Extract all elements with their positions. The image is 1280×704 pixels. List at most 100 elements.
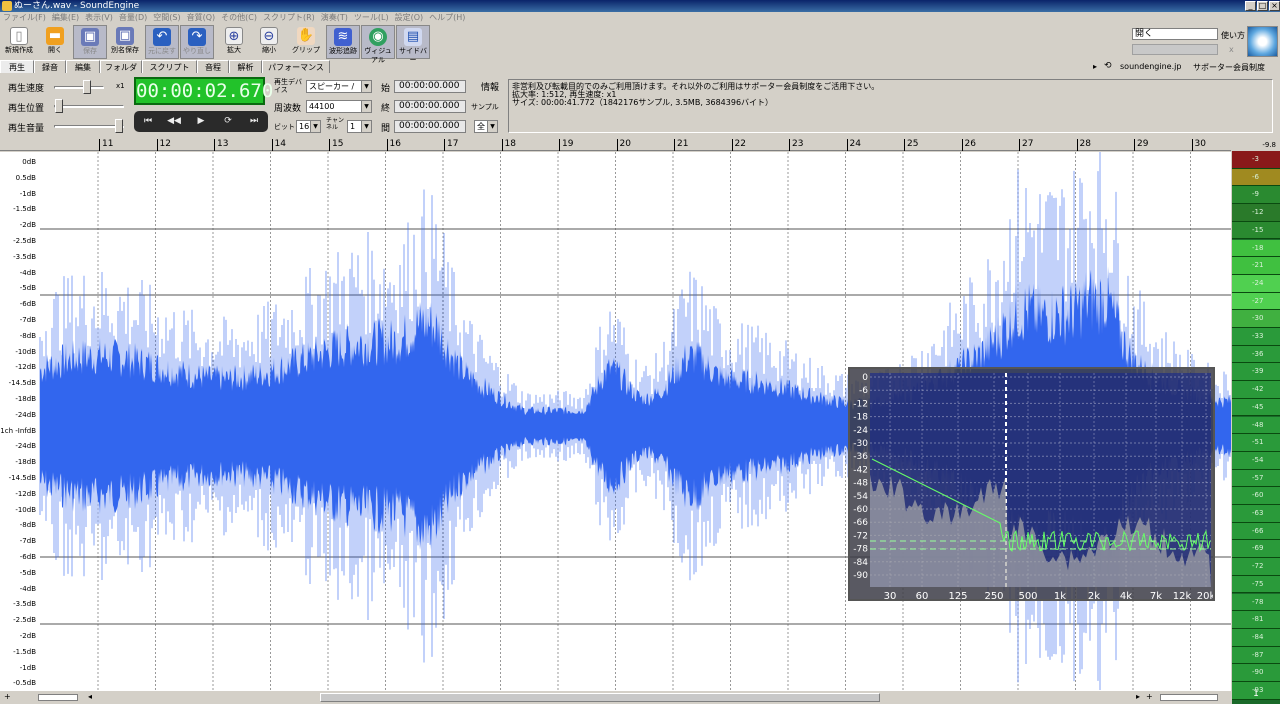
- play-icon[interactable]: ▶: [191, 114, 211, 129]
- meter-segment: -78: [1232, 593, 1280, 612]
- meter-label: -36: [1252, 349, 1264, 358]
- meter-segment: -60: [1232, 487, 1280, 505]
- db-label: -14.5dB: [8, 379, 36, 388]
- speed-slider-track: [54, 86, 104, 89]
- spectrum-y-label: -48: [853, 479, 868, 489]
- frequency-select[interactable]: 44100 ▼: [306, 100, 372, 113]
- sidebar-button[interactable]: ▤ サイドバー: [396, 25, 430, 64]
- position-slider[interactable]: [55, 99, 63, 113]
- ruler-tick: 24: [846, 139, 861, 151]
- start-label: 始: [381, 84, 391, 94]
- unit-select[interactable]: 全 ▼: [474, 120, 498, 133]
- tab-bar: 再生 録音 編集 フォルダ スクリプト 音程 解析 パフォーマンス ▸ ⟲ so…: [0, 60, 1280, 73]
- tab-folder[interactable]: フォルダ: [100, 60, 142, 73]
- meter-label: -81: [1252, 615, 1264, 624]
- nav-arrow-icon[interactable]: ▸: [1093, 62, 1097, 71]
- spectrum-x-label: 1k: [1054, 591, 1066, 599]
- tab-record[interactable]: 録音: [34, 60, 66, 73]
- menu-view[interactable]: 表示(V): [82, 12, 116, 24]
- loop-icon[interactable]: ⟳: [218, 114, 238, 129]
- menu-space[interactable]: 空間(S): [150, 12, 183, 24]
- site-link[interactable]: soundengine.jp: [1120, 62, 1181, 71]
- chevron-down-icon: ▼: [361, 101, 371, 112]
- redo-button[interactable]: ↷ やり直し: [180, 25, 214, 59]
- save-button[interactable]: ▣ 保存: [73, 25, 107, 59]
- grip-button[interactable]: ✋ グリップ: [289, 25, 323, 59]
- menu-quality[interactable]: 音質(Q): [184, 12, 219, 24]
- meter-label: -9: [1252, 190, 1259, 199]
- menu-settings[interactable]: 設定(O): [392, 12, 427, 24]
- clear-search-button[interactable]: x: [1229, 45, 1234, 54]
- speed-multiplier: x1: [116, 82, 125, 90]
- db-label: -2.5dB: [13, 237, 36, 245]
- end-label: 終: [381, 104, 391, 114]
- close-button[interactable]: ×: [1269, 1, 1280, 11]
- tab-analysis[interactable]: 解析: [229, 60, 262, 73]
- folder-icon: ▬: [46, 27, 64, 45]
- start-time-field[interactable]: 00:00:00.000: [394, 80, 466, 93]
- visual-button[interactable]: ◉ ヴィジュアル: [361, 25, 395, 64]
- refresh-icon[interactable]: ⟲: [1104, 61, 1112, 71]
- meter-label: -51: [1252, 438, 1264, 447]
- menu-help[interactable]: ヘルプ(H): [426, 12, 468, 24]
- position-label: 再生位置: [8, 104, 45, 114]
- skip-end-icon[interactable]: ⏭: [244, 114, 264, 129]
- maximize-button[interactable]: □: [1257, 1, 1268, 11]
- speed-label: 再生速度: [8, 84, 45, 94]
- time-ruler[interactable]: 11 12 13 14 15 16 17 18 19 20 21 22 23 24 25 26 27 28 29 30: [0, 139, 1231, 151]
- meter-segment: -12: [1232, 204, 1280, 222]
- scroll-bar[interactable]: + ◂ ▸ +: [0, 690, 1231, 704]
- db-label: -12dB: [15, 489, 36, 498]
- search-field[interactable]: [1132, 44, 1218, 55]
- tab-script[interactable]: スクリプト: [142, 60, 197, 73]
- rewind-icon[interactable]: ◀◀: [164, 114, 184, 129]
- zoom-in-button[interactable]: ⊕ 拡大: [217, 25, 251, 59]
- menu-file[interactable]: ファイル(F): [0, 12, 49, 24]
- tab-performance[interactable]: パフォーマンス: [262, 60, 330, 73]
- menu-volume[interactable]: 音量(D): [116, 12, 150, 24]
- spectrum-y-label: -60: [853, 505, 868, 515]
- meter-label: -24: [1252, 278, 1264, 287]
- menu-bar: ファイル(F) 編集(E) 表示(V) 音量(D) 空間(S) 音質(Q) その他(C) スク…: [0, 12, 1280, 24]
- vertical-zoom-slider[interactable]: [1160, 694, 1218, 701]
- duration-field[interactable]: 00:00:00.000: [394, 120, 466, 133]
- tab-pitch[interactable]: 音程: [197, 60, 229, 73]
- skip-start-icon[interactable]: ⏮: [138, 114, 158, 129]
- waveform-follow-button[interactable]: ≋ 波形追跡: [326, 25, 360, 59]
- volume-slider[interactable]: [115, 119, 123, 133]
- end-time-field[interactable]: 00:00:00.000: [394, 100, 466, 113]
- device-select[interactable]: スピーカー / ▼: [306, 80, 372, 93]
- usage-link[interactable]: 使い方: [1221, 30, 1245, 41]
- menu-other[interactable]: その他(C): [218, 12, 260, 24]
- zoom-plus-right-icon[interactable]: +: [1146, 692, 1153, 701]
- minimize-button[interactable]: _: [1245, 1, 1256, 11]
- open-path-field[interactable]: 開く: [1132, 28, 1218, 40]
- db-label: -4dB: [19, 584, 36, 593]
- menu-edit[interactable]: 編集(E): [49, 12, 82, 24]
- menu-play[interactable]: 演奏(T): [318, 12, 351, 24]
- meter-label: -60: [1252, 491, 1264, 500]
- channel-select[interactable]: 1 ▼: [347, 120, 372, 133]
- tab-play[interactable]: 再生: [0, 60, 34, 73]
- meter-label: -39: [1252, 367, 1264, 376]
- save-as-button[interactable]: ▣ 別名保存: [108, 25, 142, 59]
- new-button[interactable]: ▯ 新規作成: [2, 25, 36, 59]
- menu-script[interactable]: スクリプト(R): [260, 12, 318, 24]
- menu-tools[interactable]: ツール(L): [351, 12, 392, 24]
- db-label: -6dB: [19, 553, 36, 561]
- scroll-left-icon[interactable]: ◂: [88, 692, 92, 701]
- open-button[interactable]: ▬ 開く: [38, 25, 72, 59]
- scroll-thumb[interactable]: [320, 693, 880, 702]
- scroll-right-icon[interactable]: ▸: [1136, 692, 1140, 701]
- speed-slider[interactable]: [83, 80, 91, 94]
- zoom-out-button[interactable]: ⊖ 縮小: [252, 25, 286, 59]
- spectrum-y-label: -12: [853, 399, 868, 409]
- spectrum-x-label: 4k: [1120, 591, 1132, 599]
- tab-edit[interactable]: 編集: [66, 60, 100, 73]
- supporter-link[interactable]: サポーター会員制度: [1193, 62, 1265, 73]
- soundengine-logo[interactable]: [1247, 26, 1278, 57]
- zoom-slider[interactable]: [38, 694, 78, 701]
- bit-select[interactable]: 16 ▼: [296, 120, 321, 133]
- undo-button[interactable]: ↶ 元に戻す: [145, 25, 179, 59]
- zoom-plus-icon[interactable]: +: [4, 692, 11, 701]
